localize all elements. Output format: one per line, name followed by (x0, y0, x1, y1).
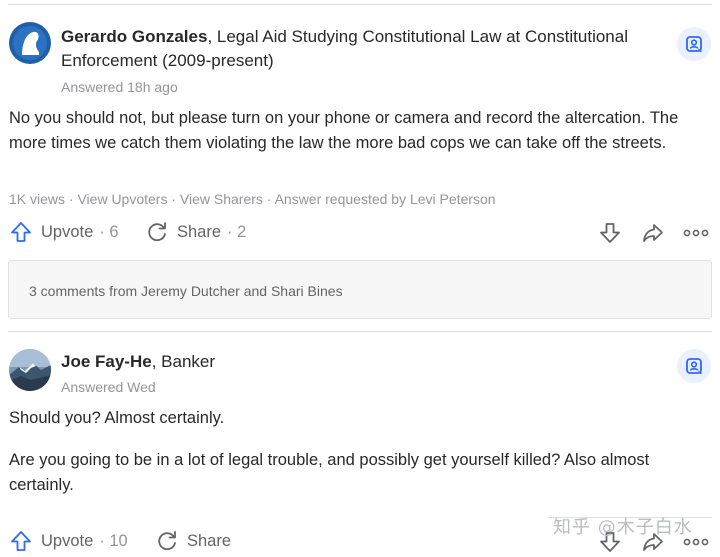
answer1-credential-line2: Enforcement (2009-present) (61, 51, 274, 70)
answer2-author-name[interactable]: Joe Fay-He (61, 352, 152, 371)
upvote-button[interactable]: Upvote · 10 (9, 529, 128, 553)
upvote-label: Upvote (41, 531, 94, 550)
answer1-stats: 1K views · View Upvoters · View Sharers … (9, 191, 496, 207)
forward-icon (643, 224, 663, 242)
downvote-icon (600, 223, 620, 243)
share-label: Share (177, 222, 222, 241)
upvote-icon (11, 531, 31, 551)
top-divider (8, 4, 712, 5)
answer2-author-credential: , Banker (151, 352, 216, 371)
more-icon (683, 229, 709, 237)
answer1-author-credential: , Legal Aid Studying Constitutional Law … (207, 27, 628, 46)
forward-button[interactable] (640, 220, 666, 246)
more-icon (683, 538, 709, 546)
answer1-author-line: Gerardo Gonzales, Legal Aid Studying Con… (61, 25, 661, 49)
request-answer-icon (686, 36, 702, 53)
share-icon (148, 222, 166, 242)
downvote-button[interactable] (597, 220, 623, 246)
request-answer-button-2[interactable] (677, 349, 711, 383)
comments-preview[interactable]: 3 comments from Jeremy Dutcher and Shari… (8, 260, 712, 319)
answer-divider (8, 331, 712, 332)
avatar-joe[interactable] (9, 349, 51, 391)
answer2-answered-time[interactable]: Answered Wed (61, 379, 156, 395)
share-label: Share (187, 531, 232, 550)
upvote-count: · 6 (99, 222, 119, 241)
answer2-author-line: Joe Fay-He, Banker (61, 350, 215, 374)
more-button[interactable] (682, 220, 710, 246)
upvote-count: · 10 (99, 531, 128, 550)
answer2-body-p1: Should you? Almost certainly. (9, 409, 225, 427)
answer1-body: No you should not, but please turn on yo… (9, 109, 679, 152)
share-button[interactable]: Share · 2 (145, 220, 246, 244)
answer2-body-p2: Are you going to be in a lot of legal tr… (9, 451, 650, 494)
answer1-author-name[interactable]: Gerardo Gonzales (61, 27, 207, 46)
comments-preview-text: 3 comments from Jeremy Dutcher and Shari… (29, 283, 343, 299)
upvote-icon (11, 222, 31, 242)
watermark: 知乎 @木子白水 (553, 517, 693, 538)
request-answer-icon (686, 358, 702, 375)
share-button[interactable]: Share (155, 529, 231, 553)
answer1-answered-time[interactable]: Answered 18h ago (61, 79, 178, 95)
request-answer-button-1[interactable] (677, 27, 711, 61)
answer1-action-bar: Upvote · 6 Share · 2 (9, 216, 709, 248)
share-count: · 2 (227, 222, 247, 241)
upvote-button[interactable]: Upvote · 6 (9, 220, 119, 244)
avatar-gerardo[interactable] (9, 22, 51, 64)
upvote-label: Upvote (41, 222, 94, 241)
share-icon (158, 531, 176, 551)
